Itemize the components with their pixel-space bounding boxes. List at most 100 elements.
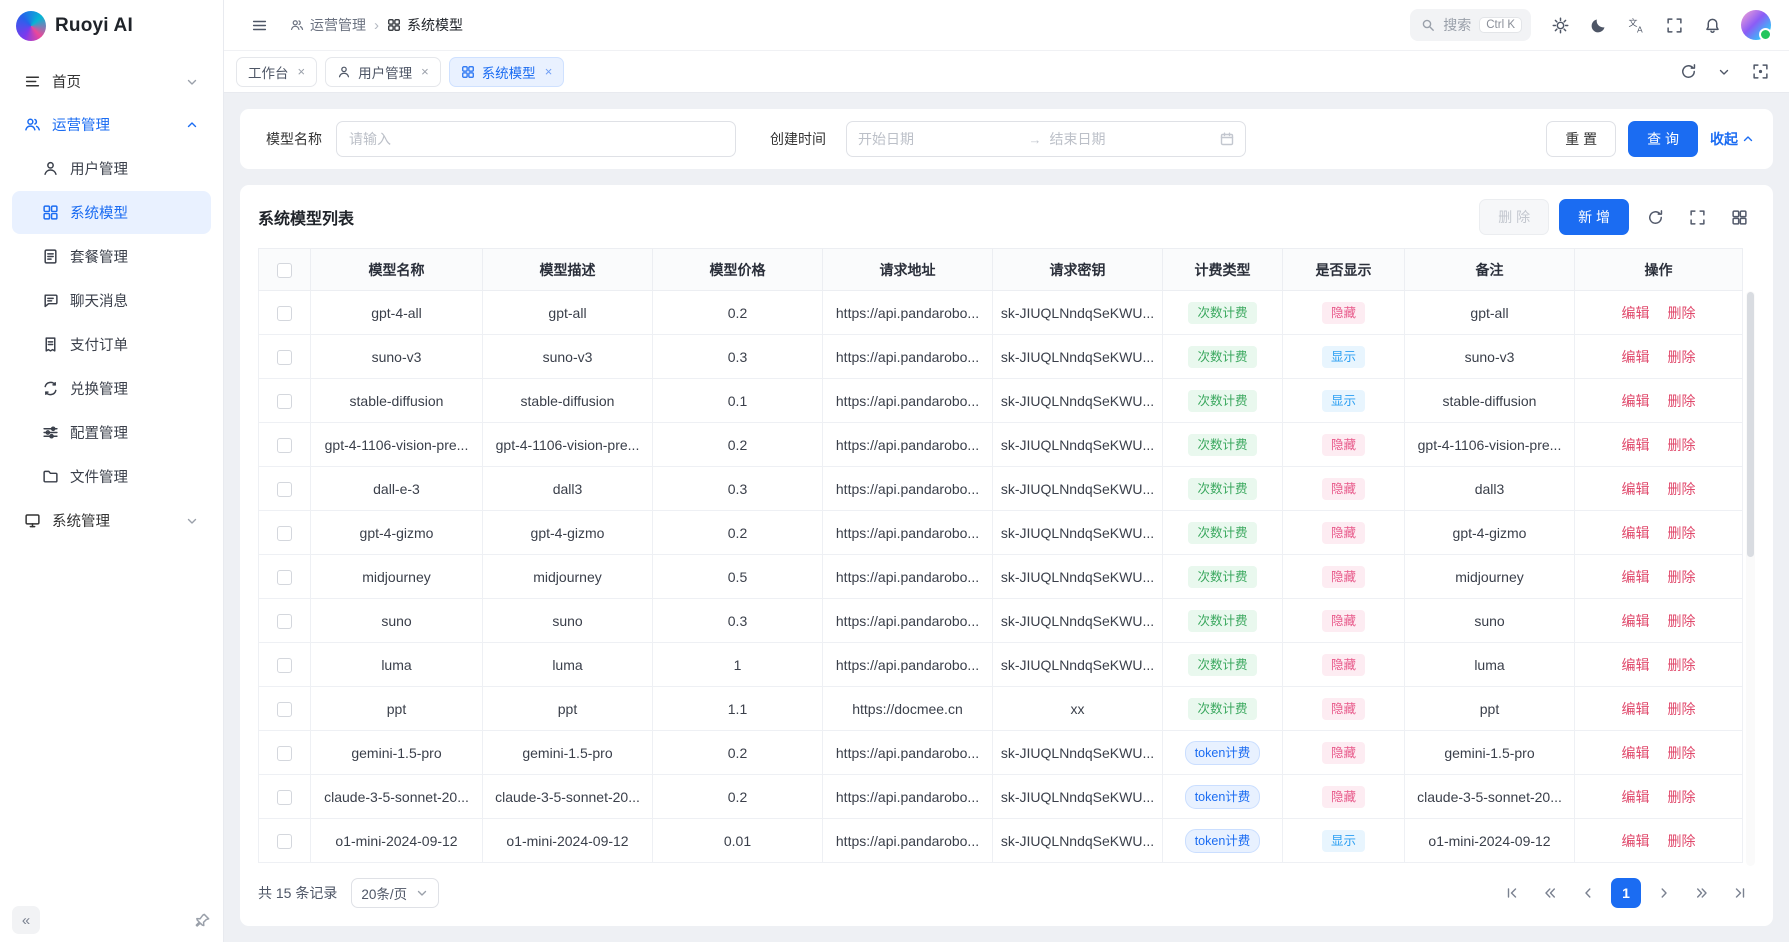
sidebar-item-home[interactable]: 首页 bbox=[12, 60, 211, 103]
row-checkbox[interactable] bbox=[277, 438, 292, 453]
edit-link[interactable]: 编辑 bbox=[1622, 613, 1650, 629]
row-checkbox[interactable] bbox=[277, 306, 292, 321]
delete-link[interactable]: 删除 bbox=[1668, 481, 1696, 497]
delete-link[interactable]: 删除 bbox=[1668, 613, 1696, 629]
delete-link[interactable]: 删除 bbox=[1668, 569, 1696, 585]
cell-model-desc: midjourney bbox=[483, 555, 653, 599]
row-checkbox[interactable] bbox=[277, 702, 292, 717]
next-5-pages-button[interactable] bbox=[1687, 878, 1717, 908]
delete-button[interactable]: 删 除 bbox=[1479, 199, 1549, 235]
delete-link[interactable]: 删除 bbox=[1668, 349, 1696, 365]
page-number-button[interactable]: 1 bbox=[1611, 878, 1641, 908]
tab-refresh-button[interactable] bbox=[1671, 55, 1705, 89]
tab-close-icon[interactable]: × bbox=[545, 64, 553, 79]
model-name-input[interactable] bbox=[336, 121, 736, 157]
sidebar-item-operations[interactable]: 运营管理 bbox=[12, 103, 211, 146]
add-button[interactable]: 新 增 bbox=[1559, 199, 1629, 235]
sidebar-item-chat-messages[interactable]: 聊天消息 bbox=[12, 279, 211, 322]
sidebar-item-exchange-management[interactable]: 兑换管理 bbox=[12, 367, 211, 410]
edit-link[interactable]: 编辑 bbox=[1622, 657, 1650, 673]
row-checkbox[interactable] bbox=[277, 614, 292, 629]
edit-link[interactable]: 编辑 bbox=[1622, 701, 1650, 717]
fullscreen-button[interactable] bbox=[1657, 8, 1691, 42]
delete-link[interactable]: 删除 bbox=[1668, 701, 1696, 717]
delete-link[interactable]: 删除 bbox=[1668, 745, 1696, 761]
table-row: gpt-4-gizmo gpt-4-gizmo 0.2 https://api.… bbox=[259, 511, 1743, 555]
query-button[interactable]: 查 询 bbox=[1628, 121, 1698, 157]
edit-link[interactable]: 编辑 bbox=[1622, 525, 1650, 541]
last-page-button[interactable] bbox=[1725, 878, 1755, 908]
sidebar-collapse-button[interactable]: « bbox=[12, 906, 40, 934]
prev-5-pages-button[interactable] bbox=[1535, 878, 1565, 908]
next-page-button[interactable] bbox=[1649, 878, 1679, 908]
app-logo[interactable]: Ruoyi AI bbox=[0, 0, 223, 52]
breadcrumb-item-operations[interactable]: 运营管理 bbox=[290, 15, 366, 35]
visibility-tag: 隐藏 bbox=[1322, 434, 1365, 456]
language-button[interactable]: 文A bbox=[1619, 8, 1653, 42]
notifications-button[interactable] bbox=[1695, 8, 1729, 42]
search-input[interactable]: 搜索 Ctrl K bbox=[1410, 9, 1531, 41]
dark-mode-button[interactable] bbox=[1581, 8, 1615, 42]
end-date-input[interactable] bbox=[1050, 131, 1213, 147]
cell-model-name: claude-3-5-sonnet-20... bbox=[311, 775, 483, 819]
sidebar-item-config-management[interactable]: 配置管理 bbox=[12, 411, 211, 454]
edit-link[interactable]: 编辑 bbox=[1622, 305, 1650, 321]
menu-toggle-button[interactable] bbox=[242, 8, 276, 42]
edit-link[interactable]: 编辑 bbox=[1622, 569, 1650, 585]
sidebar-item-system-models[interactable]: 系统模型 bbox=[12, 191, 211, 234]
row-checkbox[interactable] bbox=[277, 746, 292, 761]
delete-link[interactable]: 删除 bbox=[1668, 525, 1696, 541]
row-checkbox[interactable] bbox=[277, 526, 292, 541]
edit-link[interactable]: 编辑 bbox=[1622, 437, 1650, 453]
cell-model-price: 0.3 bbox=[653, 599, 823, 643]
sidebar-item-file-management[interactable]: 文件管理 bbox=[12, 455, 211, 498]
row-checkbox[interactable] bbox=[277, 658, 292, 673]
content-fullscreen-button[interactable] bbox=[1743, 55, 1777, 89]
table-scrollbar[interactable] bbox=[1746, 291, 1755, 866]
tab-workbench[interactable]: 工作台 × bbox=[236, 57, 317, 87]
delete-link[interactable]: 删除 bbox=[1668, 833, 1696, 849]
page-size-select[interactable]: 20条/页 bbox=[351, 878, 439, 908]
row-checkbox[interactable] bbox=[277, 570, 292, 585]
sidebar-item-system-management[interactable]: 系统管理 bbox=[12, 499, 211, 542]
scrollbar-thumb[interactable] bbox=[1747, 292, 1754, 557]
first-page-button[interactable] bbox=[1497, 878, 1527, 908]
edit-link[interactable]: 编辑 bbox=[1622, 789, 1650, 805]
table-refresh-button[interactable] bbox=[1639, 201, 1671, 233]
delete-link[interactable]: 删除 bbox=[1668, 789, 1696, 805]
delete-link[interactable]: 删除 bbox=[1668, 305, 1696, 321]
row-checkbox[interactable] bbox=[277, 350, 292, 365]
row-checkbox[interactable] bbox=[277, 790, 292, 805]
sidebar-item-user-management[interactable]: 用户管理 bbox=[12, 147, 211, 190]
prev-page-button[interactable] bbox=[1573, 878, 1603, 908]
start-date-input[interactable] bbox=[858, 131, 1021, 147]
row-checkbox[interactable] bbox=[277, 834, 292, 849]
date-range-picker[interactable]: → bbox=[846, 121, 1246, 157]
reset-button[interactable]: 重 置 bbox=[1546, 121, 1616, 157]
table-fullscreen-button[interactable] bbox=[1681, 201, 1713, 233]
edit-link[interactable]: 编辑 bbox=[1622, 745, 1650, 761]
edit-link[interactable]: 编辑 bbox=[1622, 833, 1650, 849]
sidebar-item-package-management[interactable]: 套餐管理 bbox=[12, 235, 211, 278]
edit-link[interactable]: 编辑 bbox=[1622, 393, 1650, 409]
avatar[interactable] bbox=[1741, 10, 1771, 40]
collapse-filter-link[interactable]: 收起 bbox=[1710, 129, 1755, 149]
tab-close-icon[interactable]: × bbox=[298, 64, 306, 79]
settings-button[interactable] bbox=[1543, 8, 1577, 42]
cell-visibility: 隐藏 bbox=[1283, 731, 1405, 775]
tab-menu-button[interactable] bbox=[1707, 55, 1741, 89]
row-checkbox[interactable] bbox=[277, 482, 292, 497]
tab-close-icon[interactable]: × bbox=[421, 64, 429, 79]
row-checkbox[interactable] bbox=[277, 394, 292, 409]
sidebar-item-payment-orders[interactable]: 支付订单 bbox=[12, 323, 211, 366]
edit-link[interactable]: 编辑 bbox=[1622, 481, 1650, 497]
delete-link[interactable]: 删除 bbox=[1668, 393, 1696, 409]
tab-user-management[interactable]: 用户管理 × bbox=[325, 57, 441, 87]
delete-link[interactable]: 删除 bbox=[1668, 657, 1696, 673]
delete-link[interactable]: 删除 bbox=[1668, 437, 1696, 453]
select-all-checkbox[interactable] bbox=[277, 263, 292, 278]
edit-link[interactable]: 编辑 bbox=[1622, 349, 1650, 365]
tab-system-models[interactable]: 系统模型 × bbox=[449, 57, 565, 87]
pin-icon[interactable] bbox=[194, 912, 211, 929]
column-settings-button[interactable] bbox=[1723, 201, 1755, 233]
